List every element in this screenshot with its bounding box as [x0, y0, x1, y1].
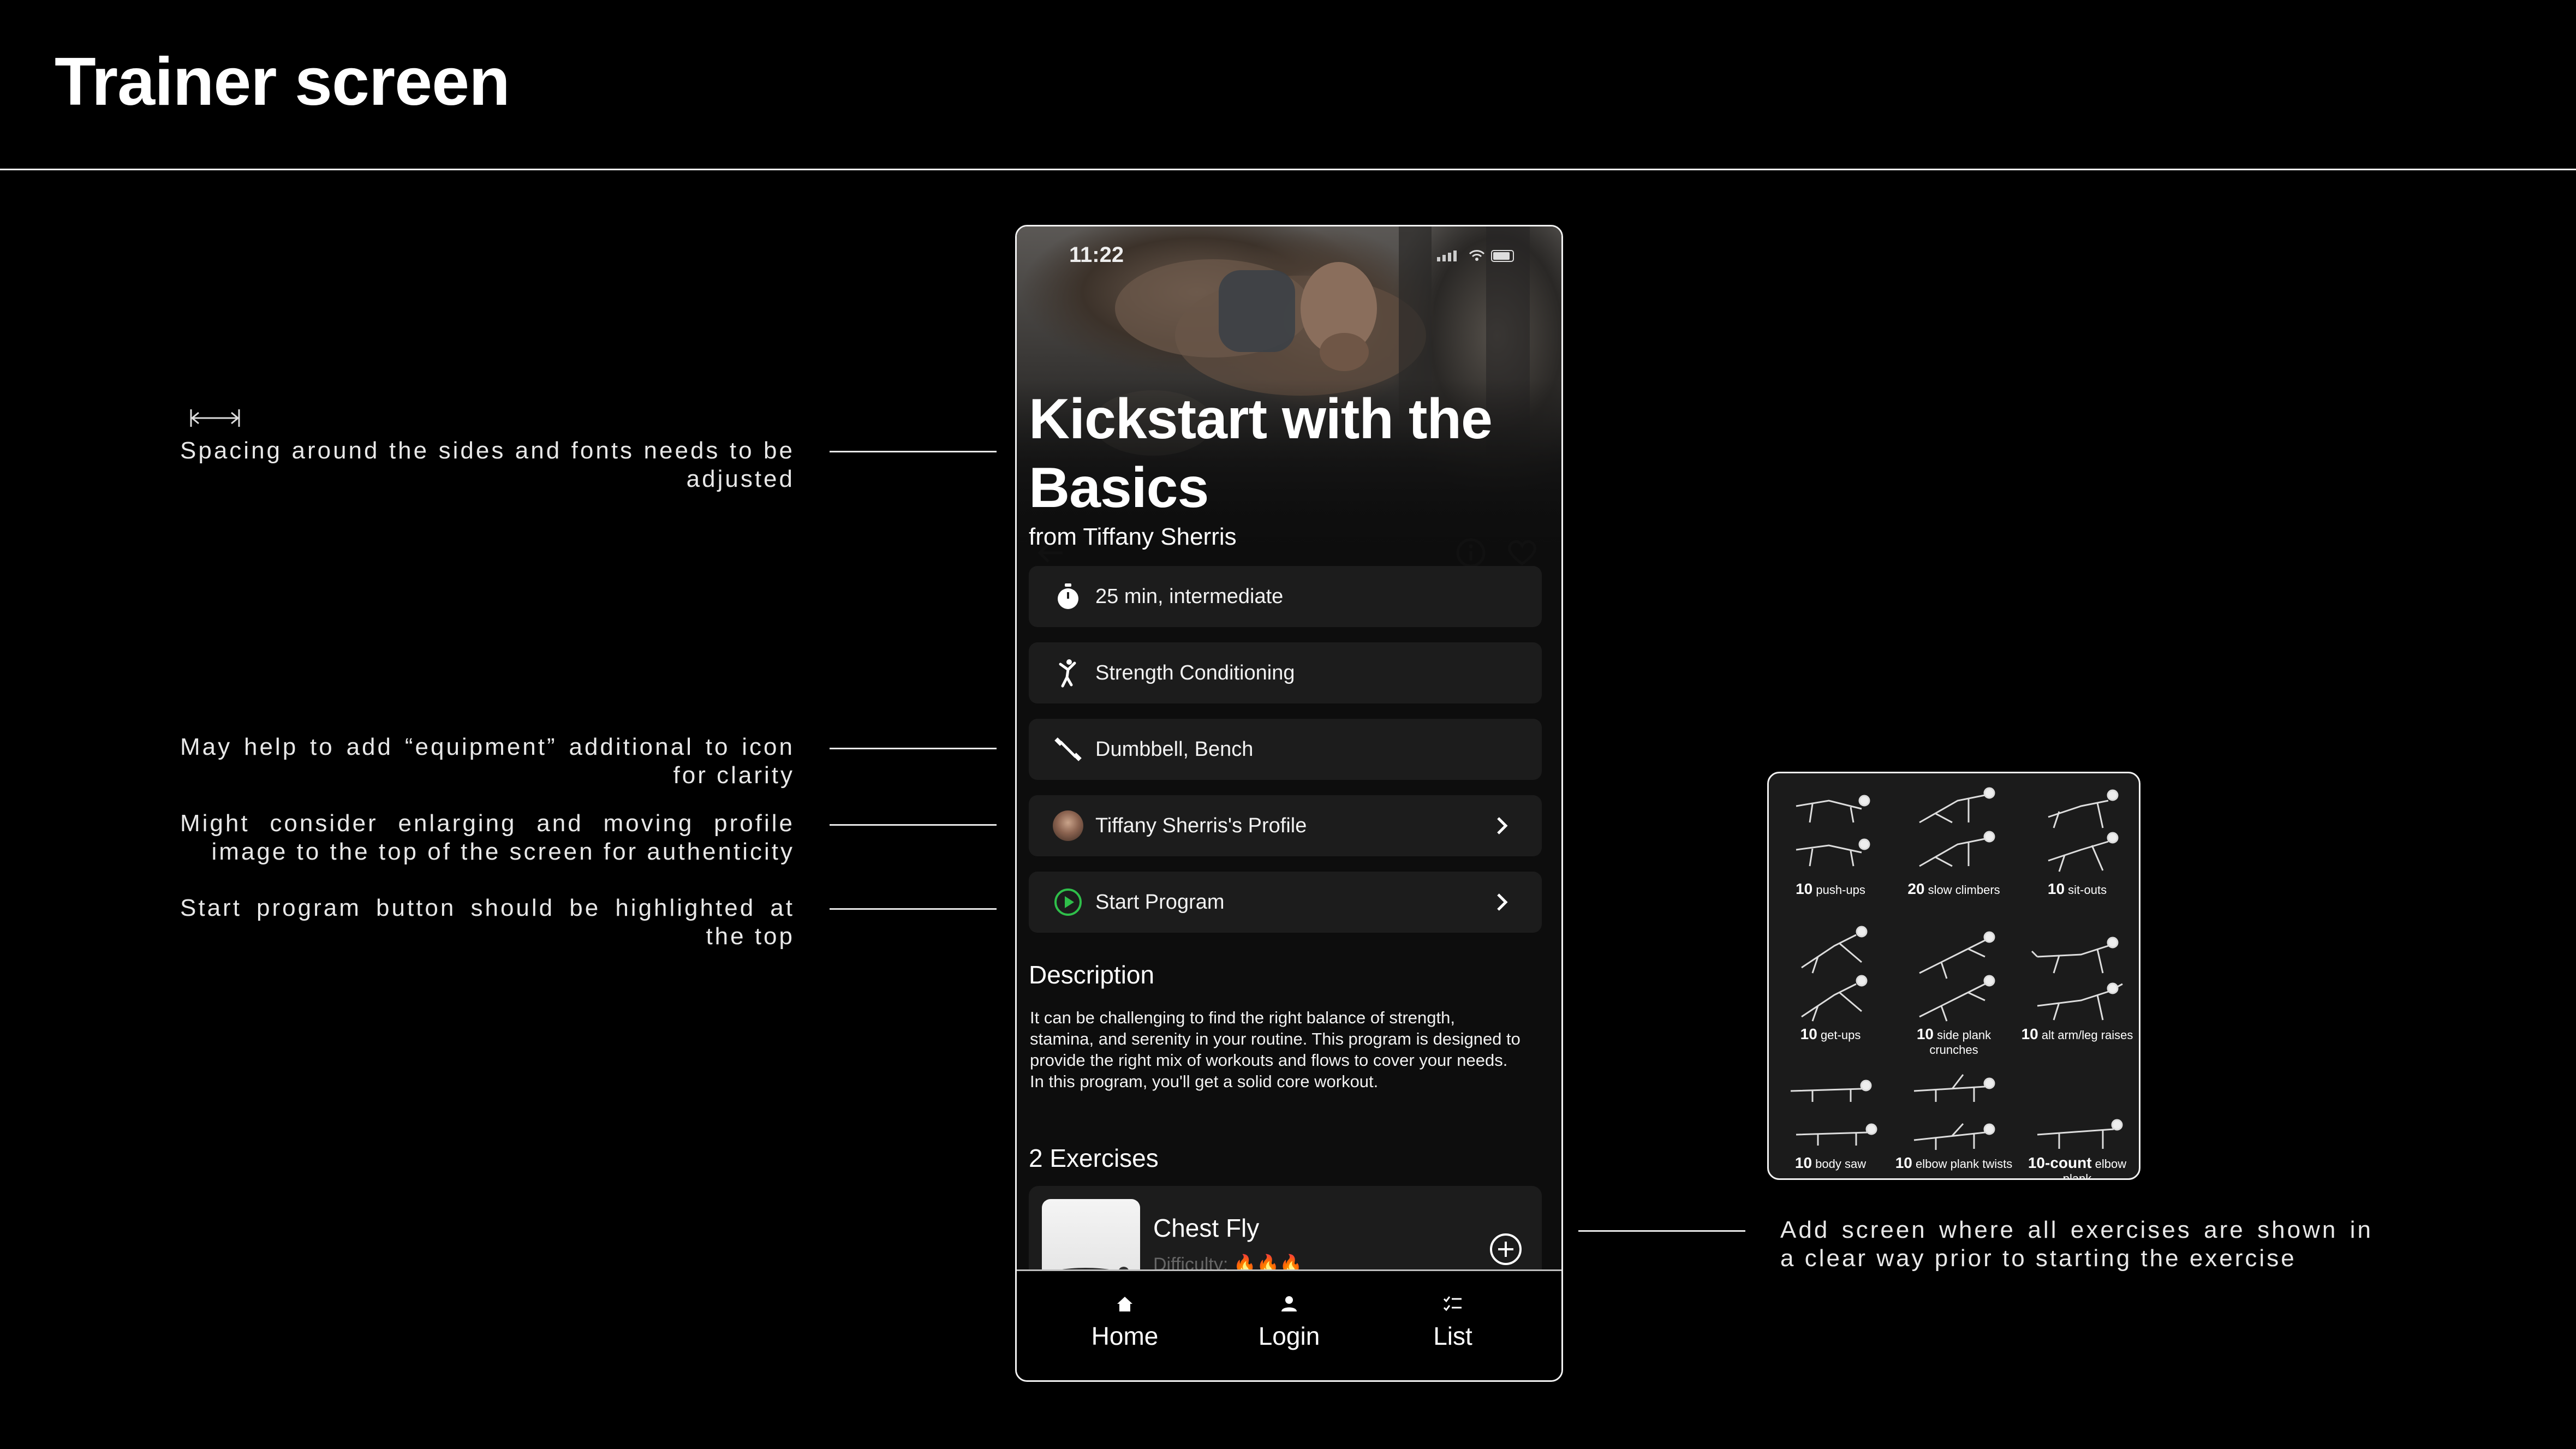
- annotation-spacing: Spacing around the sides and fonts needs…: [180, 437, 795, 492]
- exercise-cell: 10 alt arm/leg raises: [2016, 919, 2139, 1053]
- program-title: Kickstart with the Basics: [1029, 387, 1493, 520]
- exercise-count: 10: [2047, 880, 2065, 897]
- annotation-connector: [830, 451, 997, 452]
- tab-label: Login: [1258, 1322, 1320, 1350]
- start-program-label: Start Program: [1095, 890, 1225, 914]
- tab-list[interactable]: List: [1398, 1293, 1507, 1351]
- annotation-exercises: Add screen where all exercises are shown…: [1780, 1217, 2373, 1272]
- exercise-name: Chest Fly: [1153, 1214, 1260, 1242]
- info-icon[interactable]: [1453, 535, 1488, 570]
- annotation-connector: [1578, 1230, 1745, 1232]
- exercise-cell: 10 body saw: [1769, 1047, 1892, 1178]
- header-divider: [0, 169, 2576, 170]
- start-program-button[interactable]: Start Program: [1029, 872, 1542, 933]
- exercise-count: 20: [1907, 880, 1925, 897]
- exercise-figure: [1796, 795, 1870, 867]
- annotation-start-program: Start program button should be highlight…: [180, 895, 795, 950]
- exercise-figure: [2031, 937, 2123, 1021]
- spacing-arrow-icon: [190, 409, 240, 427]
- program-author: from Tiffany Sherris: [1029, 523, 1237, 550]
- tab-bar: Home Login List: [1017, 1269, 1561, 1380]
- description-heading: Description: [1029, 961, 1155, 989]
- exercise-cell: 10 push-ups: [1769, 773, 1892, 908]
- exercise-figure: [2037, 1119, 2123, 1149]
- exercise-figure: [1913, 1074, 1995, 1150]
- tab-home[interactable]: Home: [1070, 1293, 1179, 1351]
- info-row-category: Strength Conditioning: [1029, 642, 1542, 703]
- exercise-overview-image: 10 push-ups 20 slow climbers 10 sit-outs…: [1767, 772, 2140, 1180]
- play-circle-icon: [1054, 889, 1082, 916]
- heart-icon[interactable]: [1505, 535, 1540, 570]
- annotation-profile: Might consider enlarging and moving prof…: [180, 810, 795, 865]
- annotation-equipment: May help to add “equipment” additional t…: [180, 734, 795, 789]
- annotation-connector: [830, 748, 997, 749]
- add-circle-icon[interactable]: [1488, 1232, 1523, 1267]
- exercise-cell: 10-count elbow plank: [2016, 1047, 2139, 1178]
- home-icon: [1117, 1297, 1132, 1311]
- duration-label: 25 min, intermediate: [1095, 585, 1284, 608]
- exercise-figure: [1919, 787, 1995, 867]
- exercise-count: 10: [1895, 1154, 1912, 1171]
- exercise-figure: [1919, 931, 1995, 1022]
- exercise-label: push-ups: [1816, 883, 1865, 897]
- exercise-cell: 10 elbow plank twists: [1892, 1047, 2016, 1178]
- profile-row[interactable]: Tiffany Sherris's Profile: [1029, 795, 1542, 856]
- exercises-heading: 2 Exercises: [1029, 1144, 1159, 1172]
- exercise-label: alt arm/leg raises: [2041, 1028, 2133, 1042]
- chevron-right-icon: [1497, 817, 1508, 834]
- info-row-duration: 25 min, intermediate: [1029, 566, 1542, 627]
- exercise-cell: 10 sit-outs: [2016, 773, 2139, 908]
- exercise-count: 10: [2021, 1025, 2038, 1042]
- annotation-connector: [830, 908, 997, 910]
- tab-login[interactable]: Login: [1235, 1293, 1344, 1351]
- exercise-figure: [1801, 926, 1868, 1022]
- exercise-count: 10-count: [2028, 1154, 2092, 1171]
- profile-label: Tiffany Sherris's Profile: [1095, 814, 1307, 837]
- dumbbell-icon: [1054, 737, 1082, 761]
- info-row-equipment: Dumbbell, Bench: [1029, 719, 1542, 780]
- user-icon: [1281, 1296, 1297, 1311]
- category-label: Strength Conditioning: [1095, 661, 1295, 684]
- exercise-figure: [2048, 789, 2119, 872]
- status-time: 11:22: [1069, 243, 1124, 267]
- equipment-label: Dumbbell, Bench: [1095, 737, 1254, 761]
- exercise-cell: 20 slow climbers: [1892, 773, 2016, 908]
- exercise-cell: 10 get-ups: [1769, 919, 1892, 1053]
- exercise-count: 10: [1800, 1025, 1817, 1042]
- kick-icon: [1059, 659, 1076, 688]
- exercise-count: 10: [1796, 880, 1813, 897]
- exercise-label: elbow plank twists: [1915, 1157, 2013, 1171]
- annotation-connector: [830, 824, 997, 826]
- exercise-label: get-ups: [1820, 1028, 1861, 1042]
- exercise-count: 10: [1916, 1025, 1934, 1042]
- stopwatch-icon: [1058, 583, 1078, 609]
- phone-mockup: 11:22 Kickstart with the Basics from Tif…: [1015, 225, 1563, 1382]
- exercise-label: slow climbers: [1928, 883, 2000, 897]
- chevron-right-icon: [1497, 893, 1508, 911]
- exercise-figure: [1790, 1080, 1877, 1146]
- description-text: It can be challenging to find the right …: [1030, 1008, 1520, 1091]
- exercise-label: sit-outs: [2068, 883, 2107, 897]
- status-icons: [1437, 250, 1514, 262]
- checklist-icon: [1443, 1296, 1462, 1311]
- exercise-cell: 10 side plank crunches: [1892, 919, 2016, 1057]
- tab-label: Home: [1091, 1322, 1159, 1350]
- page-title: Trainer screen: [55, 44, 510, 120]
- exercise-count: 10: [1794, 1154, 1812, 1171]
- exercise-label: body saw: [1815, 1157, 1867, 1171]
- avatar: [1053, 810, 1083, 841]
- tab-label: List: [1433, 1322, 1472, 1350]
